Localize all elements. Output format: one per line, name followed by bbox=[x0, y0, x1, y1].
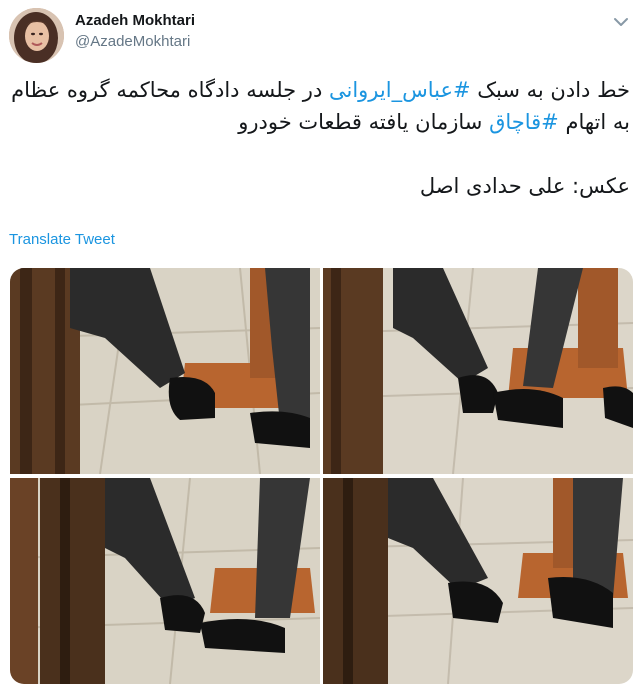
photo-credit: عکس: علی حدادی اصل bbox=[419, 174, 630, 198]
chevron-down-icon[interactable] bbox=[612, 13, 630, 31]
hashtag-link[interactable]: #قاچاق bbox=[489, 110, 559, 134]
avatar[interactable] bbox=[9, 8, 64, 63]
photo-grid bbox=[10, 268, 633, 684]
photo-1[interactable] bbox=[10, 268, 320, 474]
translate-tweet-link[interactable]: Translate Tweet bbox=[9, 231, 115, 248]
author-name[interactable]: Azadeh Mokhtari bbox=[75, 12, 195, 29]
tweet-text-segment: سازمان یافته قطعات خودرو bbox=[238, 110, 490, 134]
photo-4[interactable] bbox=[323, 478, 633, 684]
photo-3[interactable] bbox=[10, 478, 320, 684]
tweet-line-1: خط دادن به سبک #عباس_ایروانی در جلسه داد… bbox=[11, 74, 630, 106]
tweet-line-2: به اتهام #قاچاق سازمان یافته قطعات خودرو bbox=[30, 106, 630, 138]
avatar-image bbox=[9, 8, 64, 63]
photo-2[interactable] bbox=[323, 268, 633, 474]
tweet-text-segment: خط دادن به سبک bbox=[470, 78, 630, 102]
tweet-text: خط دادن به سبک #عباس_ایروانی در جلسه داد… bbox=[11, 74, 630, 202]
author-handle[interactable]: @AzadeMokhtari bbox=[75, 33, 190, 50]
tweet-text-segment: در جلسه دادگاه محاکمه گروه عظام bbox=[11, 78, 329, 102]
tweet-text-segment: به اتهام bbox=[558, 110, 630, 134]
hashtag-link[interactable]: #عباس_ایروانی bbox=[329, 78, 471, 102]
